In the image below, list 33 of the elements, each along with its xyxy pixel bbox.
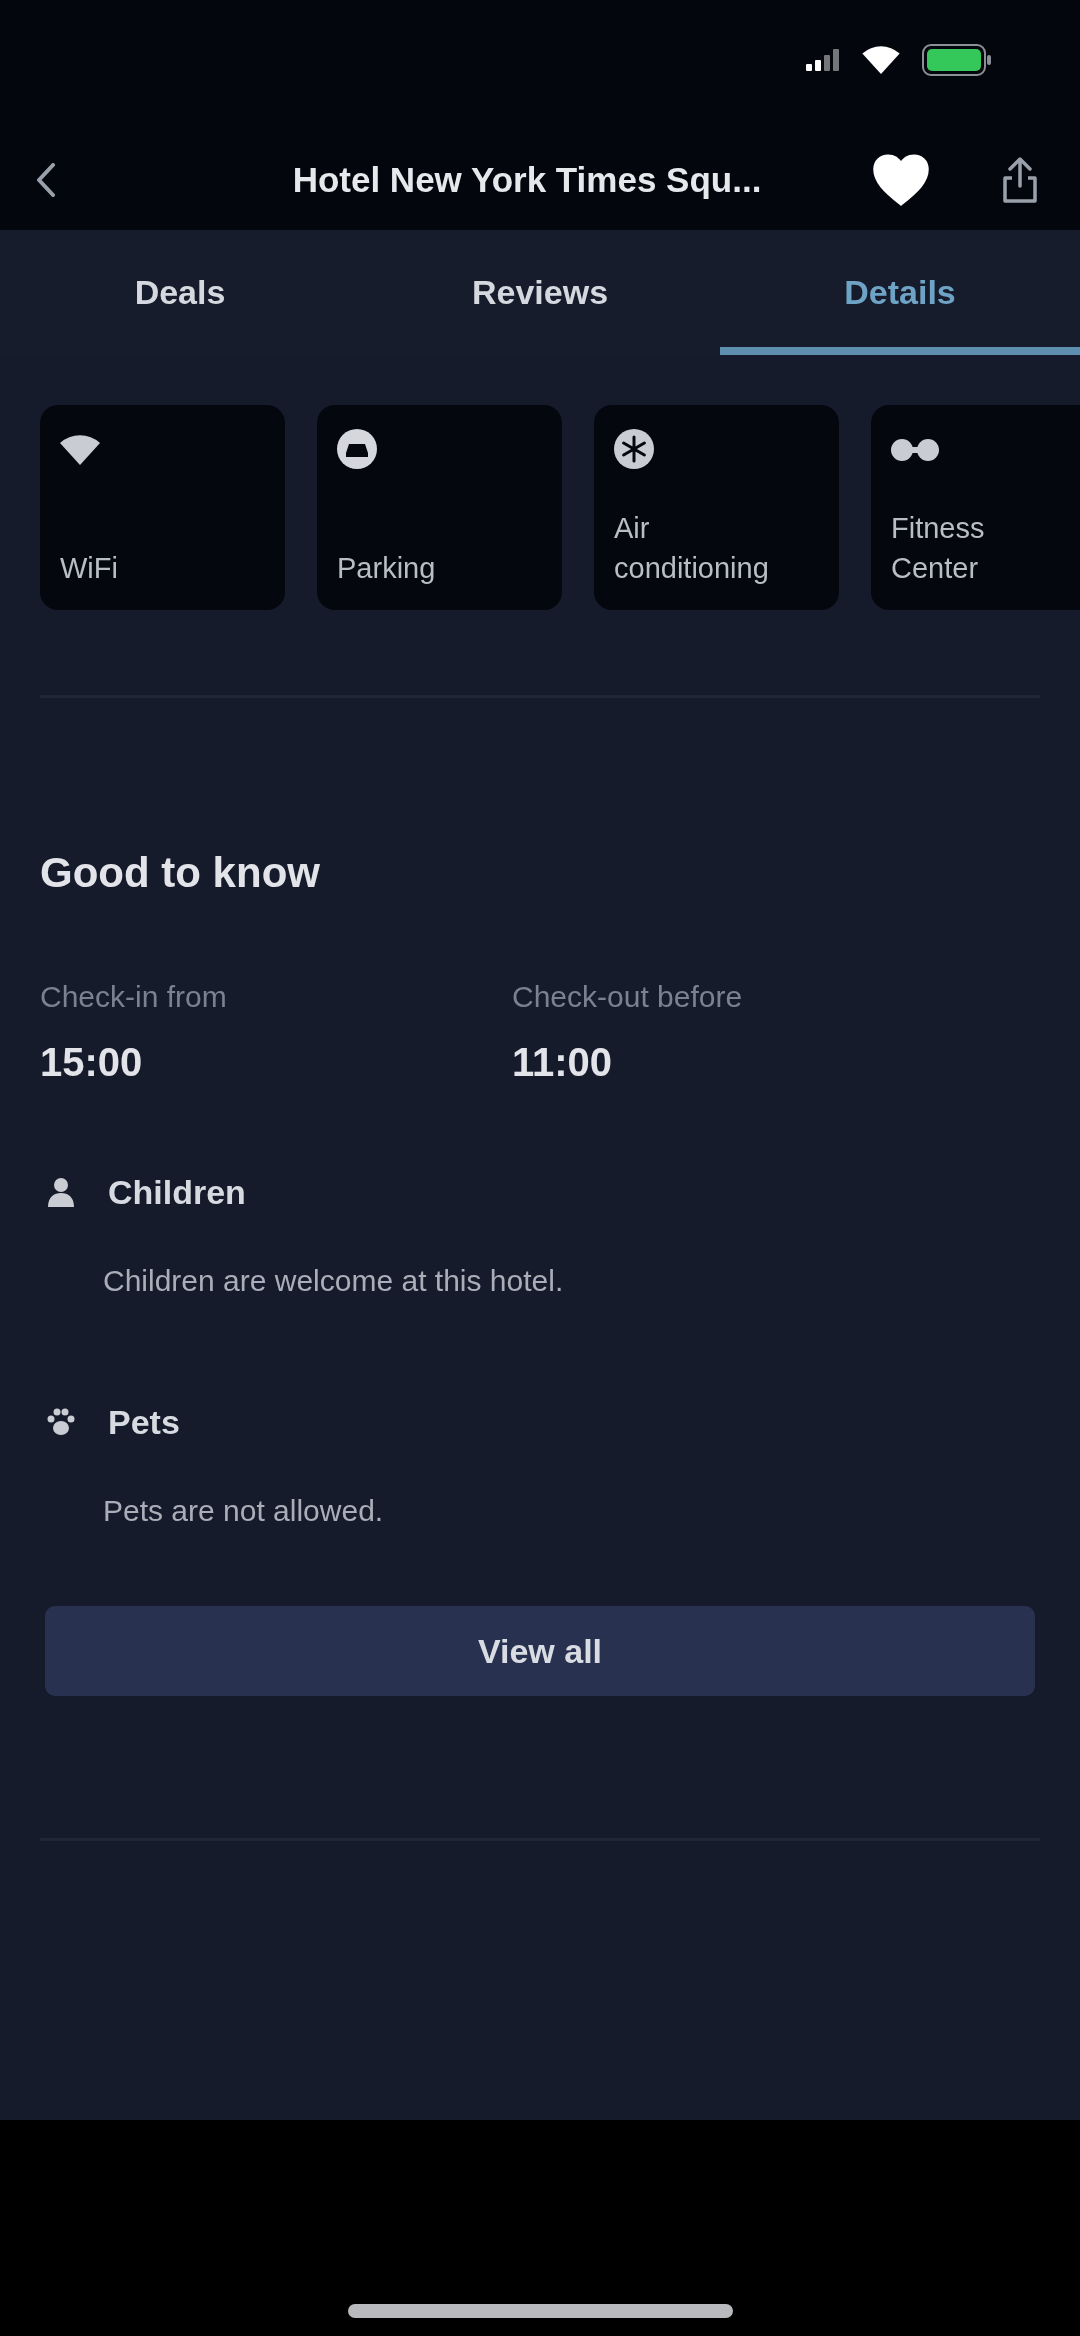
view-all-button[interactable]: View all	[45, 1606, 1035, 1696]
check-time-label: Check-out before	[512, 979, 744, 1015]
check-time-value: 15:00	[40, 1039, 144, 1086]
amenity-card[interactable]: Air conditioning	[594, 405, 839, 610]
amenity-label: Parking	[337, 551, 436, 586]
snowflake-icon	[614, 429, 654, 469]
tab[interactable]: Details	[720, 230, 1080, 355]
heart-icon[interactable]	[872, 154, 930, 206]
amenity-label: Air conditioning	[614, 511, 770, 586]
person-icon	[46, 1177, 76, 1207]
policy-text: Children are welcome at this hotel.	[103, 1263, 565, 1299]
wifi-icon	[60, 435, 100, 465]
check-time-label: Check-in from	[40, 979, 228, 1015]
hotel-title: Hotel New York Times Squ...	[291, 160, 763, 200]
paw-icon	[46, 1407, 76, 1437]
battery-icon	[922, 44, 992, 76]
policy-title: Pets	[108, 1402, 180, 1443]
amenity-label: WiFi	[60, 551, 118, 586]
car-icon	[337, 429, 377, 469]
check-time-value: 11:00	[512, 1039, 614, 1086]
section-title: Good to know	[40, 848, 321, 898]
policy-title: Children	[108, 1172, 246, 1213]
back-chevron-icon	[36, 163, 56, 197]
tab[interactable]: Deals	[0, 230, 360, 355]
amenity-card[interactable]: WiFi	[40, 405, 285, 610]
signal-icon	[806, 49, 840, 71]
tab[interactable]: Reviews	[360, 230, 720, 355]
share-icon[interactable]	[1000, 155, 1040, 205]
policy-text: Pets are not allowed.	[103, 1493, 385, 1529]
amenity-card[interactable]: Parking	[317, 405, 562, 610]
amenity-card[interactable]: Fitness Center	[871, 405, 1080, 610]
amenity-label: Fitness Center	[891, 511, 986, 586]
wifi-icon	[862, 46, 900, 74]
